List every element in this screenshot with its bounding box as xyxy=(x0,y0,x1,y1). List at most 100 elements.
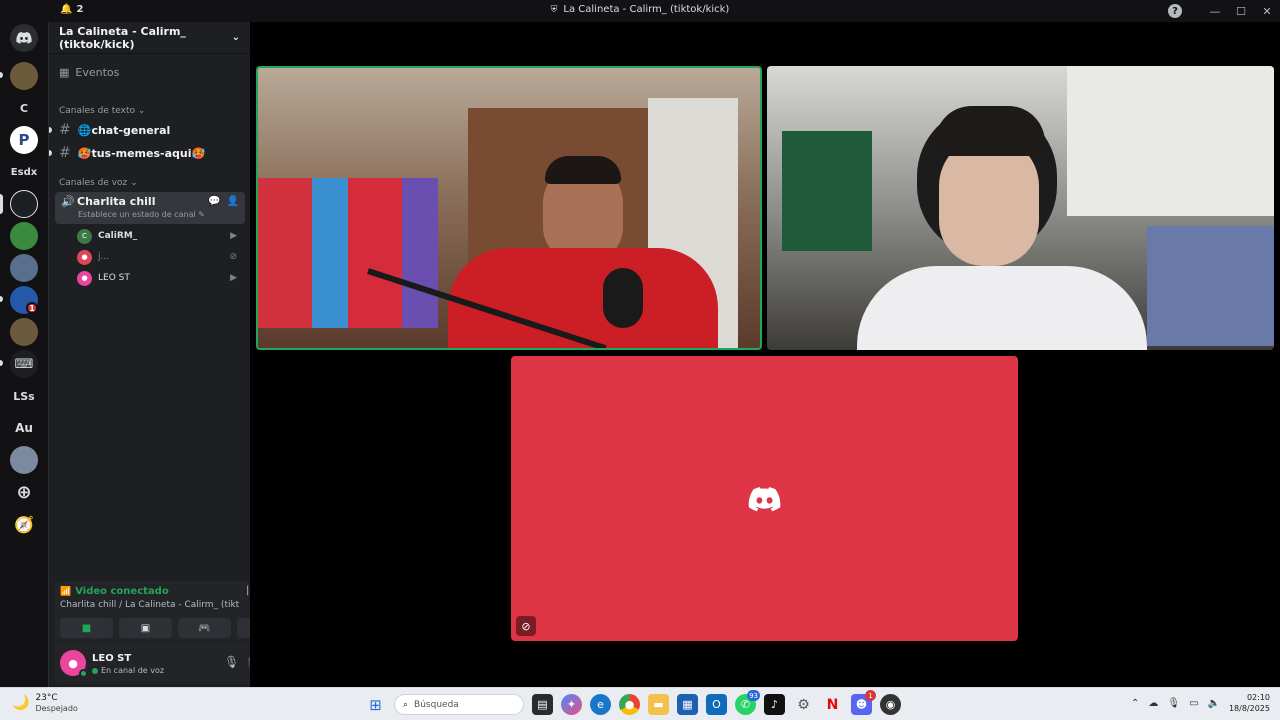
whatsapp-icon[interactable]: ✆ 93 xyxy=(735,690,760,715)
cloud-icon[interactable]: ☁ xyxy=(1148,698,1158,709)
weather-widget[interactable]: 🌙 23°C Despejado xyxy=(12,693,78,713)
calendar-icon: ▦ xyxy=(59,66,70,79)
unread-pill xyxy=(0,360,3,366)
unread-pill xyxy=(49,127,52,133)
voice-member[interactable]: ● LEO ST ▶ xyxy=(77,269,243,287)
deafened-icon: ⊘ xyxy=(516,616,536,636)
video-tile-participant[interactable] xyxy=(767,66,1274,350)
avatar: ● xyxy=(77,249,92,265)
server-esdx[interactable]: Esdx xyxy=(10,158,38,186)
server-shield-icon: ⛨ xyxy=(550,4,558,15)
edge-icon[interactable]: e xyxy=(590,694,611,715)
video-icon: ▶ xyxy=(230,231,237,241)
camera-button[interactable]: ■ xyxy=(60,618,113,638)
screen-share-button[interactable]: ▣ xyxy=(119,618,172,638)
minimize-button[interactable]: — xyxy=(1202,0,1228,22)
member-name: CaliRM_ xyxy=(98,231,138,241)
moon-icon: 🌙 xyxy=(12,695,30,711)
volume-icon[interactable]: 🔈 xyxy=(1208,698,1220,709)
events-item[interactable]: ▦ Eventos xyxy=(59,66,119,79)
close-button[interactable]: ✕ xyxy=(1254,0,1280,22)
channel-chat-general[interactable]: # 🌐chat-general xyxy=(59,122,170,138)
chevron-up-icon[interactable]: ⌃ xyxy=(1131,698,1139,709)
server-icon[interactable] xyxy=(10,190,38,218)
text-category[interactable]: Canales de texto ⌄ xyxy=(59,106,145,116)
active-pill xyxy=(0,194,3,214)
window-title-area: ⛨ La Calineta - Calirm_ (tiktok/kick) xyxy=(0,4,1280,15)
voice-member[interactable]: ● j... ⊘ xyxy=(77,248,243,266)
search-placeholder: Búsqueda xyxy=(414,699,459,710)
video-stage: ⊘ xyxy=(250,22,1280,687)
server-icon[interactable] xyxy=(10,446,38,474)
server-icon[interactable] xyxy=(10,254,38,282)
task-view-icon[interactable]: ▤ xyxy=(532,694,553,715)
voice-channel-charlita-chill[interactable]: 🔊 Charlita chill Establece un estado de … xyxy=(55,192,245,224)
store-icon[interactable]: ▦ xyxy=(677,694,698,715)
channel-name: tus-memes-aqui xyxy=(91,146,192,160)
voice-member[interactable]: C CaliRM_ ▶ xyxy=(77,227,243,245)
channel-status-input[interactable]: Establece un estado de canal ✎ xyxy=(78,210,205,219)
discord-logo-icon xyxy=(16,32,32,44)
temperature: 23°C xyxy=(35,693,58,703)
keyboard-server-icon[interactable]: ⌨ xyxy=(10,350,38,378)
guild-header[interactable]: La Calineta - Calirm_ (tiktok/kick) ⌄ xyxy=(49,22,250,54)
activities-button[interactable]: 🎮 xyxy=(178,618,231,638)
maximize-button[interactable]: ☐ xyxy=(1228,0,1254,22)
display-icon[interactable]: ▭ xyxy=(1189,698,1198,709)
voice-status-dot xyxy=(92,667,98,674)
window-controls: ? — ☐ ✕ xyxy=(1168,0,1280,22)
unread-pill xyxy=(49,150,52,156)
inbox-button[interactable]: 🔔 2 xyxy=(60,4,83,15)
server-icon[interactable] xyxy=(10,318,38,346)
netflix-icon[interactable]: N xyxy=(822,694,843,715)
video-icon: ▶ xyxy=(230,273,237,283)
server-p[interactable]: P xyxy=(10,126,38,154)
microphone-icon[interactable]: 🎙 xyxy=(224,655,239,669)
chat-bubble-icon[interactable]: 💬 xyxy=(208,196,220,207)
system-tray: ⌃ ☁ 🎙 ▭ 🔈 02:10 18/8/2025 xyxy=(1131,692,1270,714)
server-c[interactable]: C xyxy=(10,94,38,122)
discover-compass-icon[interactable]: 🧭 xyxy=(10,510,38,538)
avatar: C xyxy=(77,228,92,244)
person-hair xyxy=(935,106,1045,156)
channel-tus-memes-aqui[interactable]: # 🥵tus-memes-aqui🥵 xyxy=(59,145,205,161)
tiktok-icon[interactable]: ♪ xyxy=(764,694,785,715)
server-icon[interactable] xyxy=(10,62,38,90)
person-shirt xyxy=(857,266,1147,350)
server-icon[interactable] xyxy=(10,222,38,250)
file-explorer-icon[interactable]: ▬ xyxy=(648,694,669,715)
discord-home-button[interactable] xyxy=(10,24,38,52)
search-box[interactable]: ⌕ Búsqueda xyxy=(394,694,524,715)
discord-window: 🔔 2 ⛨ La Calineta - Calirm_ (tiktok/kick… xyxy=(0,0,1280,720)
microphone-icon[interactable]: 🎙 xyxy=(1167,698,1180,709)
signal-icon: 📶 xyxy=(60,586,72,597)
outlook-icon[interactable]: O xyxy=(706,694,727,715)
app-icon[interactable]: ◉ xyxy=(880,694,901,715)
windows-start-icon[interactable]: ⊞ xyxy=(365,694,386,715)
discord-taskbar-icon[interactable]: ☻ 1 xyxy=(851,690,876,715)
voice-category[interactable]: Canales de voz ⌄ xyxy=(59,178,138,188)
server-lss[interactable]: LSs xyxy=(10,382,38,410)
server-au[interactable]: Au xyxy=(10,414,38,442)
background-bed xyxy=(1147,226,1274,346)
settings-icon[interactable]: ⚙ xyxy=(793,694,814,715)
connection-location[interactable]: Charlita chill / La Calineta - Calirm_ (… xyxy=(60,600,240,610)
search-icon: ⌕ xyxy=(403,699,409,710)
add-server-icon[interactable]: ⊕ xyxy=(10,478,38,506)
gamepad-icon: 🎮 xyxy=(198,622,211,634)
person-shirt xyxy=(448,248,718,348)
connection-status: Video conectado xyxy=(75,586,169,597)
hash-icon: # xyxy=(59,145,71,161)
help-icon[interactable]: ? xyxy=(1168,4,1182,18)
camera-icon: ■ xyxy=(81,622,92,634)
invite-user-icon[interactable]: 👤 xyxy=(227,196,239,207)
hash-icon: # xyxy=(59,122,71,138)
mic-muted-icon: ⊘ xyxy=(229,252,237,262)
copilot-icon[interactable]: ✦ xyxy=(561,694,582,715)
member-name: LEO ST xyxy=(98,273,130,283)
online-status-dot xyxy=(79,669,88,678)
chrome-icon[interactable]: ● xyxy=(619,694,640,715)
video-tile-calirm[interactable] xyxy=(256,66,762,350)
video-tile-leo-st[interactable]: ⊘ xyxy=(511,356,1018,641)
clock[interactable]: 02:10 18/8/2025 xyxy=(1229,692,1270,714)
